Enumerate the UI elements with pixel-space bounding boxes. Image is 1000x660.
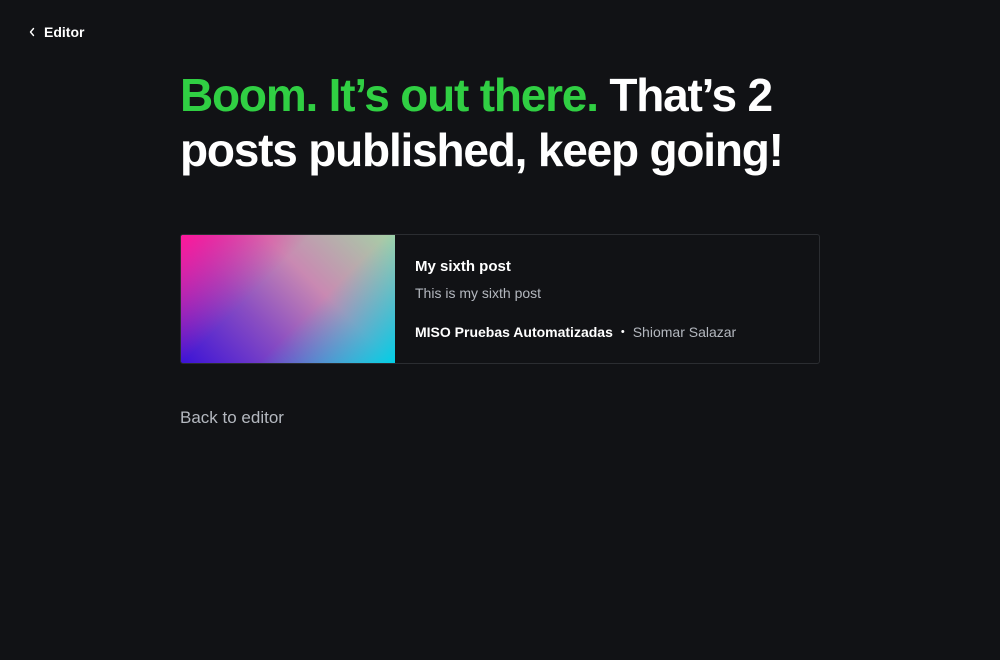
post-card-body: My sixth post This is my sixth post MISO…	[395, 235, 819, 363]
meta-separator: •	[620, 326, 625, 338]
headline-accent: Boom. It’s out there.	[180, 69, 599, 121]
back-link-label: Editor	[44, 24, 85, 40]
chevron-left-icon	[28, 27, 36, 37]
post-excerpt: This is my sixth post	[415, 285, 542, 301]
post-meta: MISO Pruebas Automatizadas • Shiomar Sal…	[415, 323, 799, 341]
published-post-card[interactable]: My sixth post This is my sixth post MISO…	[180, 234, 820, 364]
publish-success-headline: Boom. It’s out there. That’s 2 posts pub…	[180, 68, 840, 178]
back-to-editor-button[interactable]: Back to editor	[180, 408, 284, 428]
post-title: My sixth post	[415, 258, 511, 275]
back-to-editor-link[interactable]: Editor	[28, 22, 84, 42]
site-name: MISO Pruebas Automatizadas	[415, 324, 613, 340]
post-feature-image	[181, 235, 395, 363]
author-name: Shiomar Salazar	[632, 324, 737, 340]
